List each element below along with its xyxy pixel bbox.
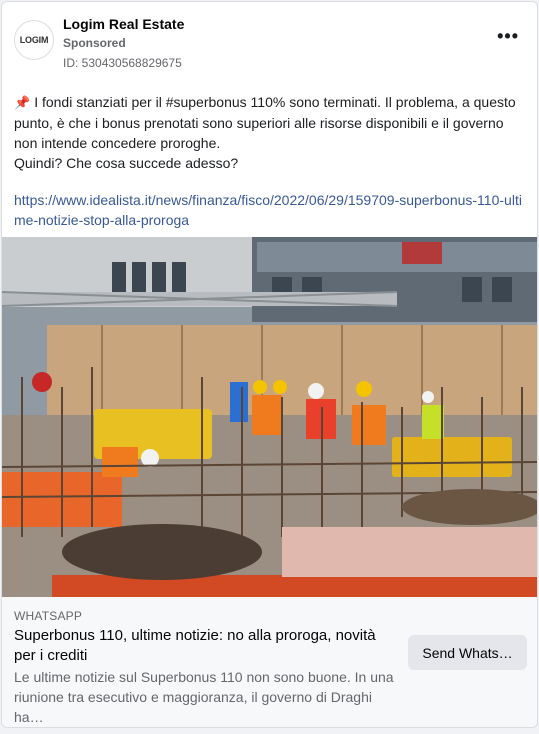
post-body-line2: Quindi? Che cosa succede adesso? [14, 155, 239, 171]
post-body-line1: I fondi stanziati per il #superbonus 110… [14, 94, 516, 151]
logo-text: LOGIM [19, 35, 49, 45]
pushpin-icon: 📌 [14, 95, 31, 110]
preview-headline[interactable]: Superbonus 110, ultime notizie: no alla … [14, 626, 398, 666]
send-whatsapp-button[interactable]: Send Whats… [408, 635, 527, 670]
more-options-icon[interactable]: ••• [497, 27, 519, 45]
ad-post-card: LOGIM Logim Real Estate Sponsored ID: 53… [1, 1, 538, 728]
sponsored-label: Sponsored [63, 36, 126, 50]
page-name[interactable]: Logim Real Estate [63, 16, 184, 32]
preview-description: Le ultime notizie sul Superbonus 110 non… [14, 669, 394, 725]
post-header: LOGIM Logim Real Estate Sponsored ID: 53… [2, 2, 537, 80]
ad-id: ID: 530430568829675 [63, 56, 182, 70]
post-body: 📌 I fondi stanziati per il #superbonus 11… [14, 92, 528, 173]
post-link[interactable]: https://www.idealista.it/news/finanza/fi… [14, 190, 528, 230]
construction-site-photo[interactable] [2, 237, 537, 597]
page-avatar[interactable]: LOGIM [14, 20, 54, 60]
link-preview[interactable]: WHATSAPP Superbonus 110, ultime notizie:… [2, 597, 537, 727]
preview-source: WHATSAPP [14, 609, 83, 623]
